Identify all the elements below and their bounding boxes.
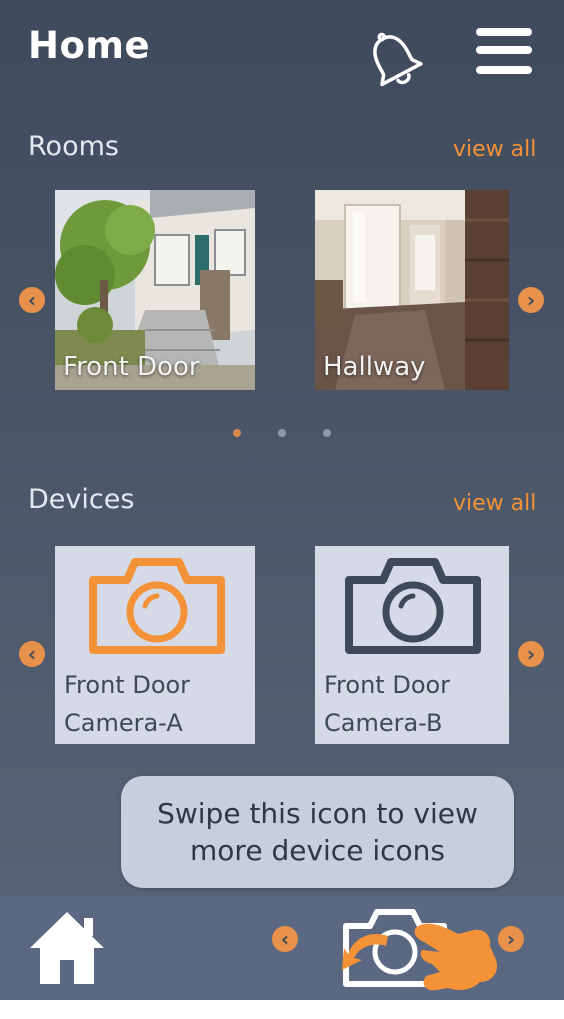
bell-icon[interactable] <box>364 30 424 92</box>
rooms-view-all-link[interactable]: view all <box>453 137 536 162</box>
room-card-front-door[interactable]: Front Door <box>55 190 255 390</box>
devices-view-all-link[interactable]: view all <box>453 491 536 516</box>
rooms-section-title: Rooms <box>28 131 119 162</box>
menu-icon[interactable] <box>472 28 534 76</box>
camera-icon <box>89 558 225 654</box>
home-icon[interactable] <box>28 910 106 986</box>
rooms-prev-arrow-icon[interactable]: ‹ <box>19 287 45 313</box>
device-card-camera-a[interactable]: Front Door Camera-A <box>55 546 255 744</box>
rooms-next-arrow-icon[interactable]: › <box>518 287 544 313</box>
devices-section-title: Devices <box>28 484 135 515</box>
pagination-dot[interactable] <box>278 429 286 437</box>
devices-next-arrow-icon[interactable]: › <box>518 641 544 667</box>
pagination-dot-active[interactable] <box>233 429 241 437</box>
swipe-hand-icon <box>342 923 498 991</box>
room-card-hallway[interactable]: Hallway <box>315 190 509 390</box>
bottom-prev-arrow-icon[interactable]: ‹ <box>272 926 298 952</box>
device-label: Front Door Camera-B <box>324 671 451 737</box>
camera-icon <box>345 558 481 654</box>
room-label: Hallway <box>323 352 426 382</box>
page-title: Home <box>28 24 151 67</box>
pagination-dot[interactable] <box>323 429 331 437</box>
devices-prev-arrow-icon[interactable]: ‹ <box>19 641 45 667</box>
home-screen: Home Rooms view all ‹ › Front Door Hallw… <box>0 0 564 1000</box>
device-card-camera-b[interactable]: Front Door Camera-B <box>315 546 509 744</box>
swipe-hint-tooltip: Swipe this icon to view more device icon… <box>121 776 514 888</box>
device-label: Front Door Camera-A <box>64 671 191 737</box>
room-label: Front Door <box>63 352 200 382</box>
